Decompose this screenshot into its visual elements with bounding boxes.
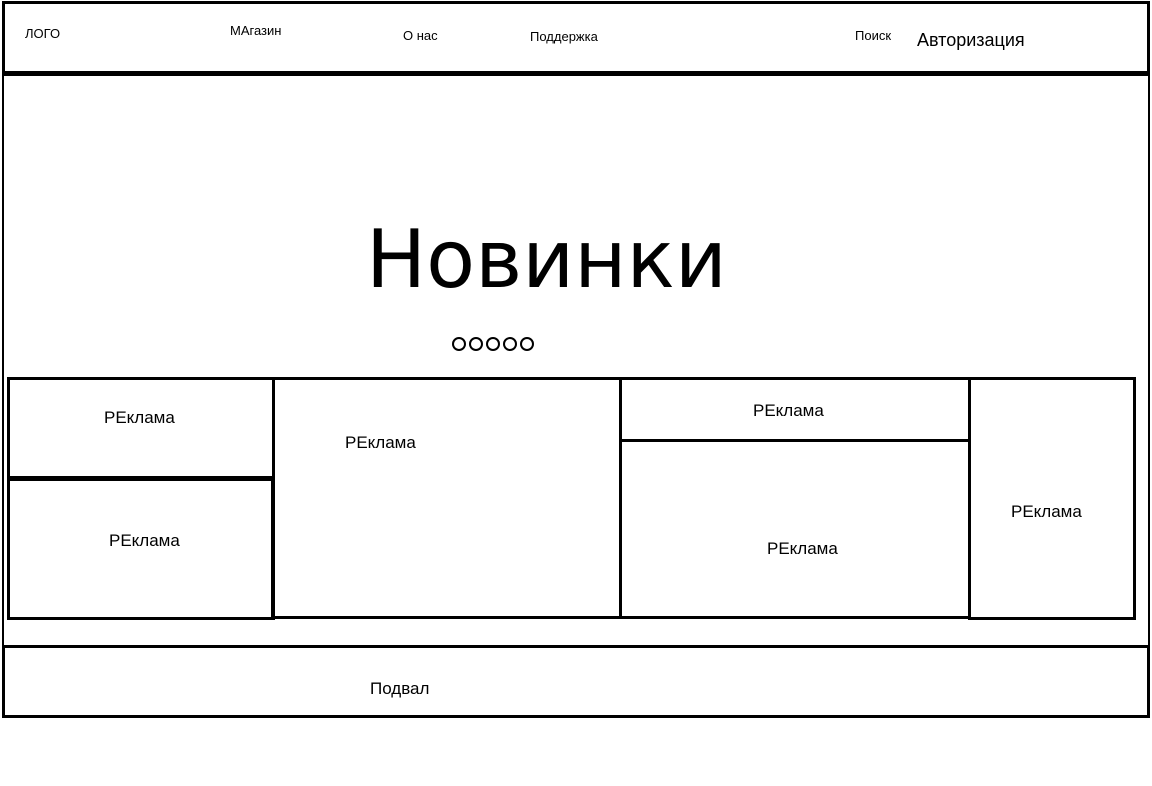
ad-label: РЕклама <box>104 408 175 427</box>
logo[interactable]: ЛОГО <box>25 27 60 40</box>
nav-link-about[interactable]: О нас <box>403 29 438 42</box>
nav-link-support[interactable]: Поддержка <box>530 30 598 43</box>
login-link[interactable]: Авторизация <box>917 31 1025 49</box>
slider-dot[interactable] <box>469 337 483 351</box>
ad-label: РЕклама <box>1011 502 1082 521</box>
ad-label: РЕклама <box>345 433 416 452</box>
ad-label: РЕклама <box>767 539 838 558</box>
slider-dot[interactable] <box>452 337 466 351</box>
footer-label: Подвал <box>370 679 430 698</box>
slider-dots <box>452 337 534 351</box>
ad-label: РЕклама <box>109 531 180 550</box>
ad-label: РЕклама <box>753 401 824 420</box>
slider-dot[interactable] <box>520 337 534 351</box>
slider-dot[interactable] <box>486 337 500 351</box>
ad-block[interactable] <box>272 377 623 619</box>
search-link[interactable]: Поиск <box>855 29 891 42</box>
slider-dot[interactable] <box>503 337 517 351</box>
hero-title: Новинки <box>366 213 727 306</box>
nav-link-shop[interactable]: МАгазин <box>230 24 281 37</box>
ad-block[interactable] <box>7 377 275 479</box>
ad-block[interactable] <box>968 377 1136 620</box>
site-footer <box>2 645 1150 718</box>
ad-block[interactable] <box>619 439 972 619</box>
